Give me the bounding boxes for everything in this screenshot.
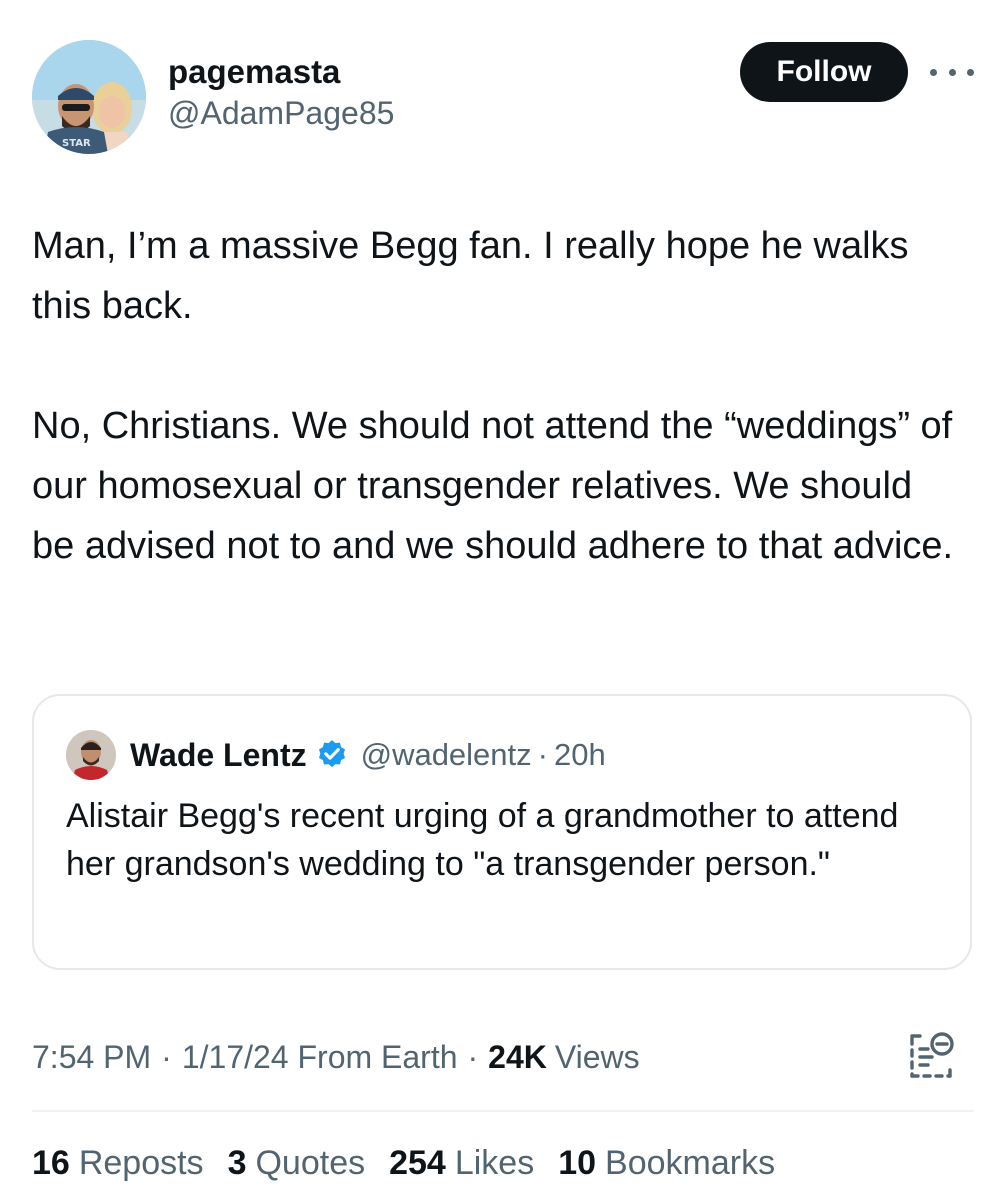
views-count: 24K: [488, 1038, 547, 1075]
bookmarks-label: Bookmarks: [605, 1143, 776, 1182]
separator-dot: ·: [467, 1038, 479, 1075]
quotes-label: Quotes: [255, 1143, 366, 1182]
tweet-body: Man, I’m a massive Begg fan. I really ho…: [32, 216, 962, 576]
tweet-paragraph: No, Christians. We should not attend the…: [32, 405, 954, 567]
quoted-tweet-header: Wade Lentz @wadelentz · 20h: [130, 732, 606, 778]
tweet-paragraph: Man, I’m a massive Begg fan. I really ho…: [32, 225, 909, 327]
tweet-header: STAR pagemasta @AdamPage85 Follow: [0, 0, 1006, 170]
profile-photo-icon: STAR: [32, 40, 146, 154]
reposts-label: Reposts: [78, 1143, 204, 1182]
more-options-icon[interactable]: [930, 60, 974, 84]
bookmarks-stat[interactable]: 10 Bookmarks: [558, 1144, 775, 1183]
likes-count: 254: [389, 1143, 446, 1182]
author-handle[interactable]: @AdamPage85: [168, 92, 394, 134]
separator-dot: ·: [161, 1038, 172, 1075]
quotes-count: 3: [227, 1143, 247, 1182]
author-display-name[interactable]: pagemasta: [168, 52, 394, 92]
divider: [32, 1110, 974, 1112]
engagement-stats: 16 Reposts 3 Quotes 254 Likes 10 Bookmar…: [32, 1140, 799, 1186]
quoted-tweet-card[interactable]: Wade Lentz @wadelentz · 20h Alistair Beg…: [32, 694, 972, 970]
tweet-time[interactable]: 7:54 PM: [32, 1039, 151, 1076]
quoted-handle[interactable]: @wadelentz: [361, 737, 532, 773]
follow-button[interactable]: Follow: [740, 42, 908, 102]
reposts-stat[interactable]: 16 Reposts: [32, 1144, 204, 1183]
quoted-author-avatar[interactable]: [66, 730, 116, 780]
separator-dot: ·: [537, 737, 548, 772]
quoted-display-name[interactable]: Wade Lentz: [130, 737, 307, 774]
reposts-count: 16: [32, 1143, 70, 1182]
quotes-stat[interactable]: 3 Quotes: [228, 1144, 366, 1183]
svg-text:STAR: STAR: [62, 138, 91, 149]
quoted-timestamp[interactable]: 20h: [554, 737, 606, 773]
author-info: pagemasta @AdamPage85: [168, 52, 394, 134]
bookmarks-count: 10: [558, 1143, 597, 1182]
tweet-date-location[interactable]: 1/17/24 From Earth: [182, 1039, 458, 1076]
profile-photo-icon: [66, 730, 116, 780]
likes-label: Likes: [454, 1143, 535, 1182]
views-label: Views: [554, 1038, 640, 1075]
quoted-tweet-text: Alistair Begg's recent urging of a grand…: [66, 797, 899, 883]
verified-badge-icon: [315, 738, 349, 772]
likes-stat[interactable]: 254 Likes: [389, 1144, 534, 1183]
author-avatar[interactable]: STAR: [32, 40, 146, 154]
analytics-icon[interactable]: [906, 1030, 956, 1082]
tweet-metadata: 7:54 PM · 1/17/24 From Earth · 24K Views: [32, 1034, 640, 1080]
